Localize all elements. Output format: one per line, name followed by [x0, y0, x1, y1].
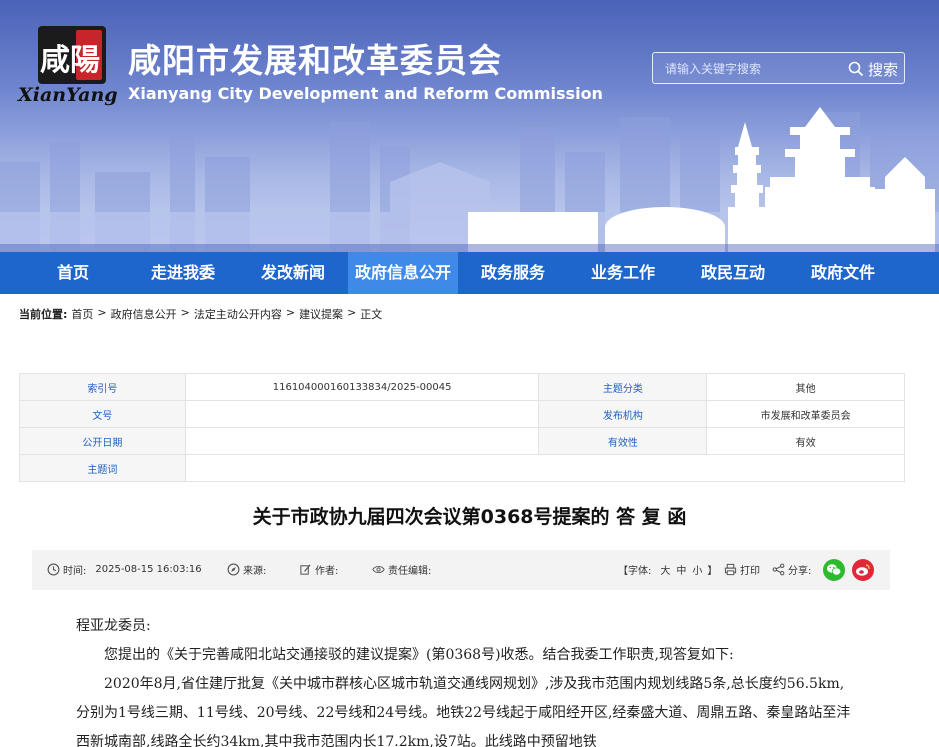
header-banner: 咸陽 XianYang 咸阳市发展和改革委员会 Xianyang City De… — [0, 0, 939, 252]
breadcrumb-sep: > — [97, 306, 107, 319]
paragraph: 2020年8月,省住建厅批复《关中城市群核心区城市轨道交通线网规划》,涉及我市范… — [76, 676, 851, 747]
font-size-control: 【字体: 大 中 小 】 — [618, 562, 717, 577]
font-large-button[interactable]: 大 — [660, 562, 670, 577]
document-meta-table: 索引号 116104000160133834/2025-00045 主题分类 其… — [19, 373, 906, 482]
share-wechat-button[interactable] — [823, 559, 845, 581]
publish-time: 时间: 2025-08-15 16:03:16 — [47, 562, 202, 577]
font-medium-button[interactable]: 中 — [676, 562, 686, 577]
nav-item-business[interactable]: 业务工作 — [568, 252, 678, 294]
meta-key: 发布机构 — [538, 400, 708, 428]
nav-item-interaction[interactable]: 政民互动 — [678, 252, 788, 294]
search-button-label: 搜索 — [867, 60, 898, 79]
author-label: 作者: — [315, 566, 339, 577]
print-label: 打印 — [740, 566, 760, 577]
printer-icon — [724, 563, 737, 576]
salutation: 程亚龙委员: — [76, 618, 151, 634]
search-button[interactable]: 搜索 — [848, 56, 898, 82]
meta-value — [184, 400, 540, 428]
eye-icon — [372, 566, 385, 573]
skyline-illustration — [0, 107, 939, 252]
breadcrumb-item-info[interactable]: 政府信息公开 — [111, 306, 177, 322]
search-box: 搜索 — [652, 52, 905, 84]
share-field: 分享: — [772, 562, 811, 577]
source-label: 来源: — [243, 566, 267, 577]
time-label: 时间: — [63, 566, 87, 577]
meta-row: 公开日期 有效性 有效 — [19, 427, 905, 455]
nav-item-about[interactable]: 走进我委 — [128, 252, 238, 294]
source-field: 来源: — [227, 562, 266, 577]
font-small-button[interactable]: 小 — [692, 562, 702, 577]
meta-key: 公开日期 — [19, 427, 186, 455]
nav-item-documents[interactable]: 政府文件 — [788, 252, 898, 294]
site-logo[interactable]: 咸陽 XianYang — [18, 20, 123, 110]
font-size-label: 【字体: — [618, 566, 652, 577]
meta-value: 116104000160133834/2025-00045 — [184, 373, 540, 401]
logo-seal-icon: 咸陽 — [38, 26, 106, 84]
meta-key: 索引号 — [19, 373, 186, 401]
paragraph: 您提出的《关于完善咸阳北站交通接驳的建议提案》(第0368号)收悉。结合我委工作… — [104, 647, 734, 663]
time-value: 2025-08-15 16:03:16 — [95, 564, 202, 575]
nav-item-news[interactable]: 发改新闻 — [238, 252, 348, 294]
clock-icon — [47, 563, 60, 576]
weibo-icon — [856, 564, 870, 576]
share-icon — [772, 563, 785, 576]
compass-icon — [227, 563, 240, 576]
meta-value: 市发展和改革委员会 — [706, 400, 905, 428]
logo-cn-text: 咸陽 — [40, 43, 100, 78]
meta-row: 主题词 — [19, 454, 906, 482]
main-nav: 首页 走进我委 发改新闻 政府信息公开 政务服务 业务工作 政民互动 政府文件 — [0, 252, 939, 294]
logo-en-text: XianYang — [18, 84, 118, 106]
font-size-close: 】 — [707, 566, 718, 577]
article-body: 程亚龙委员: 您提出的《关于完善咸阳北站交通接驳的建议提案》(第0368号)收悉… — [76, 612, 856, 747]
document-title: 关于市政协九届四次会议第0368号提案的 答 复 函 — [252, 506, 687, 528]
breadcrumb-item-statutory[interactable]: 法定主动公开内容 — [194, 306, 282, 322]
meta-value — [184, 454, 906, 482]
breadcrumb-sep: > — [347, 306, 357, 319]
breadcrumb-label: 当前位置: — [19, 308, 68, 321]
print-button[interactable]: 打印 — [724, 562, 760, 577]
meta-row: 文号 发布机构 市发展和改革委员会 — [19, 400, 905, 428]
breadcrumb: 当前位置: 首页 > 政府信息公开 > 法定主动公开内容 > 建议提案 > 正文 — [19, 306, 382, 322]
editor-label: 责任编辑: — [388, 566, 432, 577]
meta-value: 有效 — [706, 427, 905, 455]
search-icon — [848, 61, 864, 77]
meta-key: 文号 — [19, 400, 186, 428]
meta-key: 主题词 — [19, 454, 186, 482]
meta-value: 其他 — [706, 373, 905, 401]
breadcrumb-item-current: 正文 — [360, 308, 383, 321]
share-weibo-button[interactable] — [852, 559, 874, 581]
breadcrumb-sep: > — [285, 306, 296, 319]
nav-item-home[interactable]: 首页 — [18, 252, 128, 294]
site-title-en: Xianyang City Development and Reform Com… — [128, 84, 603, 103]
meta-value — [184, 427, 540, 455]
share-label: 分享: — [788, 566, 812, 577]
site-title-cn: 咸阳市发展和改革委员会 — [128, 41, 502, 80]
search-input[interactable] — [665, 59, 835, 79]
article-info-bar: 时间: 2025-08-15 16:03:16 来源: 作者: 责任编辑: 【字… — [32, 550, 890, 590]
edit-icon — [300, 564, 311, 575]
meta-row: 索引号 116104000160133834/2025-00045 主题分类 其… — [19, 373, 905, 401]
meta-key: 主题分类 — [538, 373, 708, 401]
editor-field: 责任编辑: — [372, 562, 431, 577]
nav-item-info-disclosure[interactable]: 政府信息公开 — [348, 252, 458, 294]
wechat-icon — [827, 564, 842, 576]
meta-key: 有效性 — [538, 427, 708, 455]
breadcrumb-sep: > — [180, 306, 190, 319]
nav-item-services[interactable]: 政务服务 — [458, 252, 568, 294]
author-field: 作者: — [299, 562, 338, 577]
breadcrumb-item-proposals[interactable]: 建议提案 — [299, 306, 343, 322]
breadcrumb-item-home[interactable]: 首页 — [71, 306, 93, 322]
